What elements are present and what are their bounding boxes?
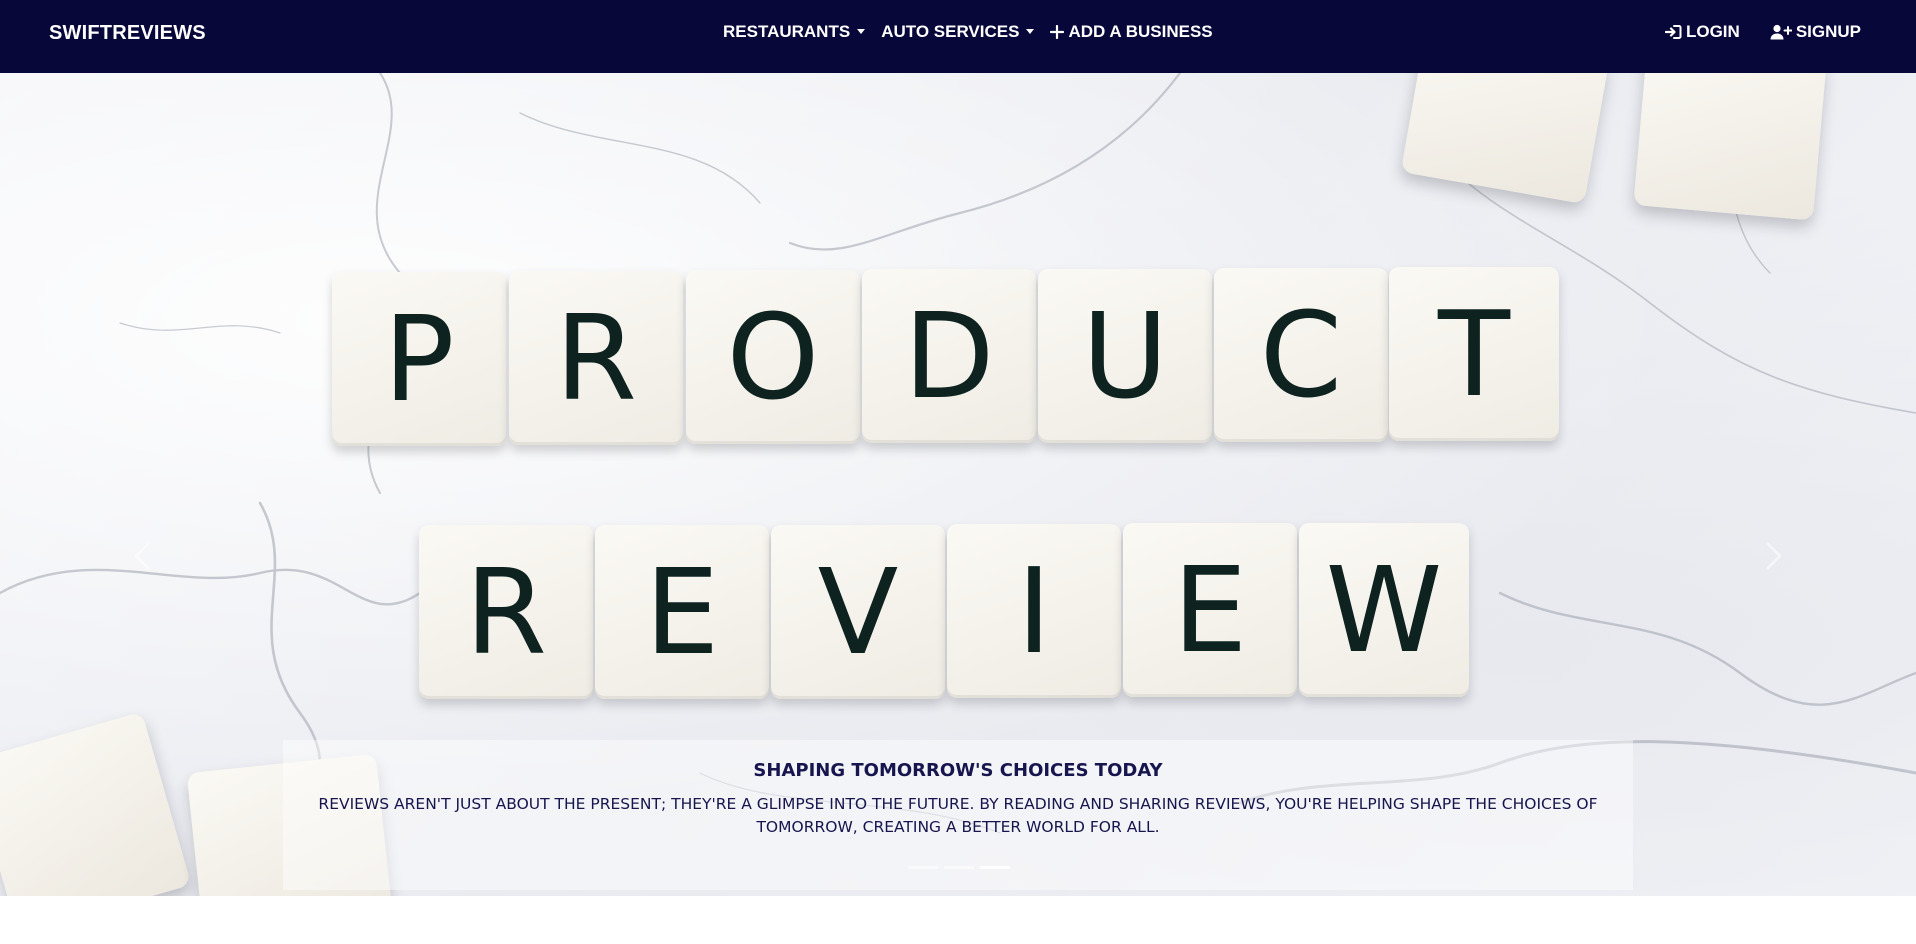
letter-tile: C: [1214, 268, 1388, 442]
caret-down-icon: [1026, 28, 1035, 34]
letter-tile: O: [686, 270, 860, 444]
carousel-caption-title: SHAPING TOMORROW'S CHOICES TODAY: [753, 760, 1163, 781]
carousel-next-button[interactable]: [1758, 541, 1788, 571]
letter-tile: E: [595, 525, 769, 699]
main-nav: RESTAURANTS AUTO SERVICES ADD A BUSINESS: [723, 22, 1213, 42]
carousel-prev-button[interactable]: [128, 541, 158, 571]
chevron-right-icon: [1766, 542, 1782, 570]
top-navbar: SWIFTREVIEWS RESTAURANTS AUTO SERVICES A…: [0, 0, 1916, 73]
chevron-left-icon: [134, 542, 150, 570]
nav-restaurants-label: RESTAURANTS: [723, 22, 851, 41]
carousel-caption-text: REVIEWS AREN'T JUST ABOUT THE PRESENT; T…: [318, 795, 1598, 836]
caret-down-icon: [857, 28, 866, 34]
nav-add-business-link[interactable]: ADD A BUSINESS: [1050, 22, 1213, 42]
letter-tile: V: [771, 525, 945, 699]
plus-icon: [1050, 25, 1065, 39]
decorative-tile: [1633, 73, 1827, 221]
letter-tile: R: [419, 525, 593, 699]
carousel-indicators: [908, 866, 1010, 869]
login-label: LOGIN: [1685, 22, 1740, 41]
auth-nav: LOGIN SIGNUP: [1664, 22, 1861, 42]
login-icon: [1664, 24, 1682, 40]
user-plus-icon: [1770, 24, 1792, 40]
letter-tile: W: [1299, 523, 1469, 697]
nav-add-business-label: ADD A BUSINESS: [1068, 22, 1213, 41]
login-link[interactable]: LOGIN: [1664, 22, 1740, 42]
signup-link[interactable]: SIGNUP: [1770, 22, 1861, 42]
letter-tile: R: [509, 271, 683, 445]
carousel-indicator-1[interactable]: [908, 866, 938, 869]
letter-tile: P: [332, 272, 506, 446]
carousel-indicator-2[interactable]: [944, 866, 974, 869]
letter-tile: E: [1123, 523, 1297, 697]
letter-tile: I: [947, 524, 1121, 698]
letter-tile: D: [862, 269, 1036, 443]
nav-auto-services-label: AUTO SERVICES: [881, 22, 1020, 41]
brand-logo[interactable]: SWIFTREVIEWS: [49, 22, 206, 45]
carousel-indicator-3[interactable]: [980, 866, 1010, 869]
letter-tile: T: [1389, 267, 1559, 441]
nav-auto-services-dropdown[interactable]: AUTO SERVICES: [881, 22, 1035, 42]
nav-restaurants-dropdown[interactable]: RESTAURANTS: [723, 22, 866, 42]
signup-label: SIGNUP: [1795, 22, 1861, 41]
letter-tile: U: [1038, 269, 1212, 443]
